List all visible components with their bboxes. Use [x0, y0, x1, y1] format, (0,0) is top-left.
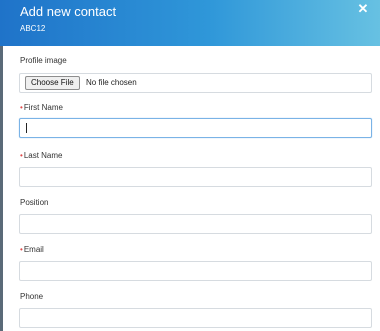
phone-input[interactable] [19, 308, 372, 328]
modal-header: Add new contact ABC12 ✕ [0, 0, 380, 46]
email-label: •Email [20, 245, 44, 255]
required-marker: • [20, 103, 23, 112]
profile-image-label: Profile image [20, 56, 67, 65]
last-name-label: •Last Name [20, 151, 63, 161]
profile-image-file-input[interactable]: Choose File No file chosen [19, 73, 372, 93]
phone-label: Phone [20, 292, 44, 301]
first-name-label: •First Name [20, 103, 63, 113]
position-label: Position [20, 198, 49, 207]
choose-file-button[interactable]: Choose File [25, 76, 80, 90]
add-contact-modal: Add new contact ABC12 ✕ Profile image Ch… [0, 0, 380, 331]
text-caret [26, 123, 27, 133]
last-name-label-text: Last Name [23, 151, 63, 160]
file-status-text: No file chosen [86, 78, 137, 87]
first-name-input[interactable] [19, 118, 372, 138]
required-marker: • [20, 245, 23, 254]
position-input[interactable] [19, 214, 372, 234]
email-input[interactable] [19, 261, 372, 281]
last-name-input[interactable] [19, 167, 372, 187]
modal-left-edge [0, 46, 3, 331]
first-name-label-text: First Name [23, 103, 63, 112]
required-marker: • [20, 151, 23, 160]
close-icon[interactable]: ✕ [356, 2, 370, 16]
email-label-text: Email [23, 245, 44, 254]
modal-title: Add new contact [20, 4, 117, 19]
modal-subtitle: ABC12 [20, 24, 46, 33]
